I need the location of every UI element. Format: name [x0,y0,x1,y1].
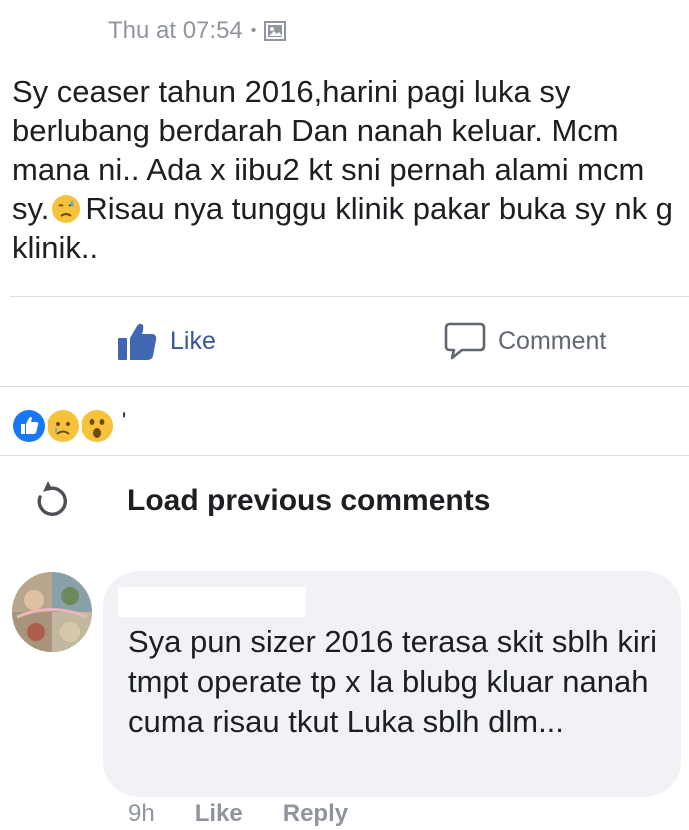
comment-time[interactable]: 9h [128,800,155,828]
meta-separator: • [250,22,257,39]
comment-text: Sya pun sizer 2016 terasa skit sblh kiri… [128,624,657,739]
post-text: Sy ceaser tahun 2016,harini pagi luka sy… [12,72,677,267]
comment-footer: 9h Like Reply [128,800,388,830]
comment-like-button[interactable]: Like [195,800,243,828]
sad-relieved-emoji [52,195,81,223]
speech-bubble-icon [444,322,486,360]
divider [0,386,689,387]
reload-icon [37,481,67,516]
comment-label: Comment [498,326,607,355]
post-meta: Thu at 07:54 • [108,14,287,48]
thumbs-up-icon [118,323,157,360]
like-label: Like [170,326,216,355]
like-button[interactable]: Like [116,318,216,364]
avatar-photo [12,572,92,652]
wow-reaction-icon [78,407,116,445]
comment-reply-button[interactable]: Reply [283,800,348,828]
divider [0,455,689,456]
divider [10,296,689,297]
load-previous-comments-button[interactable]: Load previous comments [28,476,490,524]
sad-reaction-icon [44,407,82,445]
like-reaction-icon [10,407,48,445]
reactions-summary[interactable]: ' [10,407,126,445]
post-text-part2: Risau nya tunggu klinik pakar buka sy nk… [12,191,673,265]
reactions-trailing: ' [122,408,127,433]
comment-author-name[interactable] [118,587,306,617]
photo-album-icon [264,21,287,41]
post-timestamp[interactable]: Thu at 07:54 [108,17,243,45]
load-previous-label: Load previous comments [127,484,491,517]
avatar[interactable] [12,572,92,652]
comment-button[interactable]: Comment [444,318,606,364]
